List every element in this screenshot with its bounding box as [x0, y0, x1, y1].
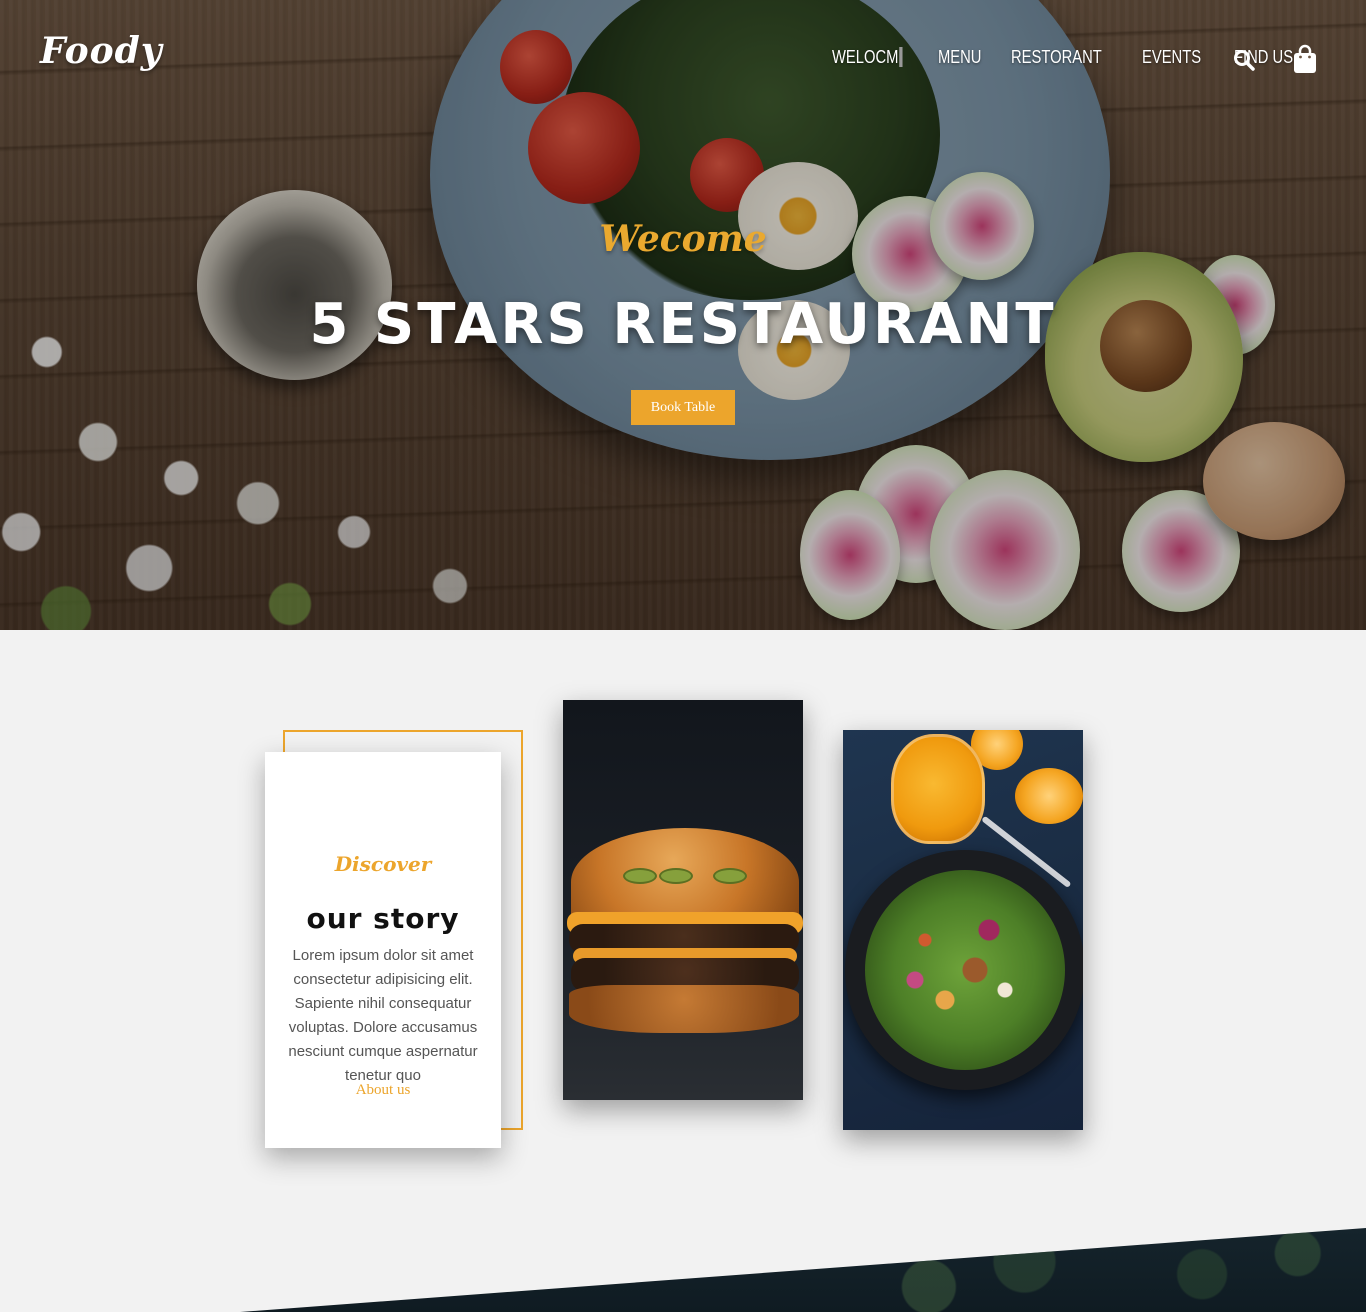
hero-title: 5 STARS RESTAURANT — [309, 292, 1057, 357]
orange-slice — [1015, 768, 1083, 824]
orange-juice-glass — [891, 734, 985, 844]
story-card: Discover our story Lorem ipsum dolor sit… — [265, 752, 501, 1148]
burger-bun-bottom — [569, 985, 799, 1033]
book-table-button[interactable]: Book Table — [631, 390, 735, 425]
search-button[interactable] — [1232, 48, 1256, 72]
burger-pickle — [659, 868, 693, 884]
nav-item-menu[interactable]: MENU — [938, 47, 981, 68]
nav-item-welcome[interactable]: WELOCM — [832, 47, 903, 68]
hero-section: Foody WELOCM MENU RESTORANT EVENTS FIND … — [0, 0, 1366, 630]
story-text: Lorem ipsum dolor sit amet consectetur a… — [288, 947, 478, 1084]
nav-item-restaurant[interactable]: RESTORANT — [1011, 47, 1102, 68]
search-icon — [1234, 50, 1255, 71]
story-title: our story — [306, 902, 460, 935]
about-us-link[interactable]: About us — [265, 1082, 501, 1099]
burger-photo — [563, 700, 803, 1100]
hero-kicker: Wecome — [599, 218, 767, 260]
nav-item-events[interactable]: EVENTS — [1142, 47, 1201, 68]
salad-photo — [843, 730, 1083, 1130]
logo[interactable]: Foody — [40, 30, 163, 72]
shopping-bag-icon — [1294, 44, 1316, 73]
next-section-leaves — [240, 1228, 1366, 1312]
burger-pickle — [713, 868, 747, 884]
cart-button[interactable] — [1291, 44, 1319, 74]
text-cursor — [899, 47, 903, 67]
burger-pickle — [623, 868, 657, 884]
nav-item-label: WELOCM — [832, 47, 899, 67]
salad — [865, 870, 1065, 1070]
story-kicker: Discover — [334, 852, 432, 876]
